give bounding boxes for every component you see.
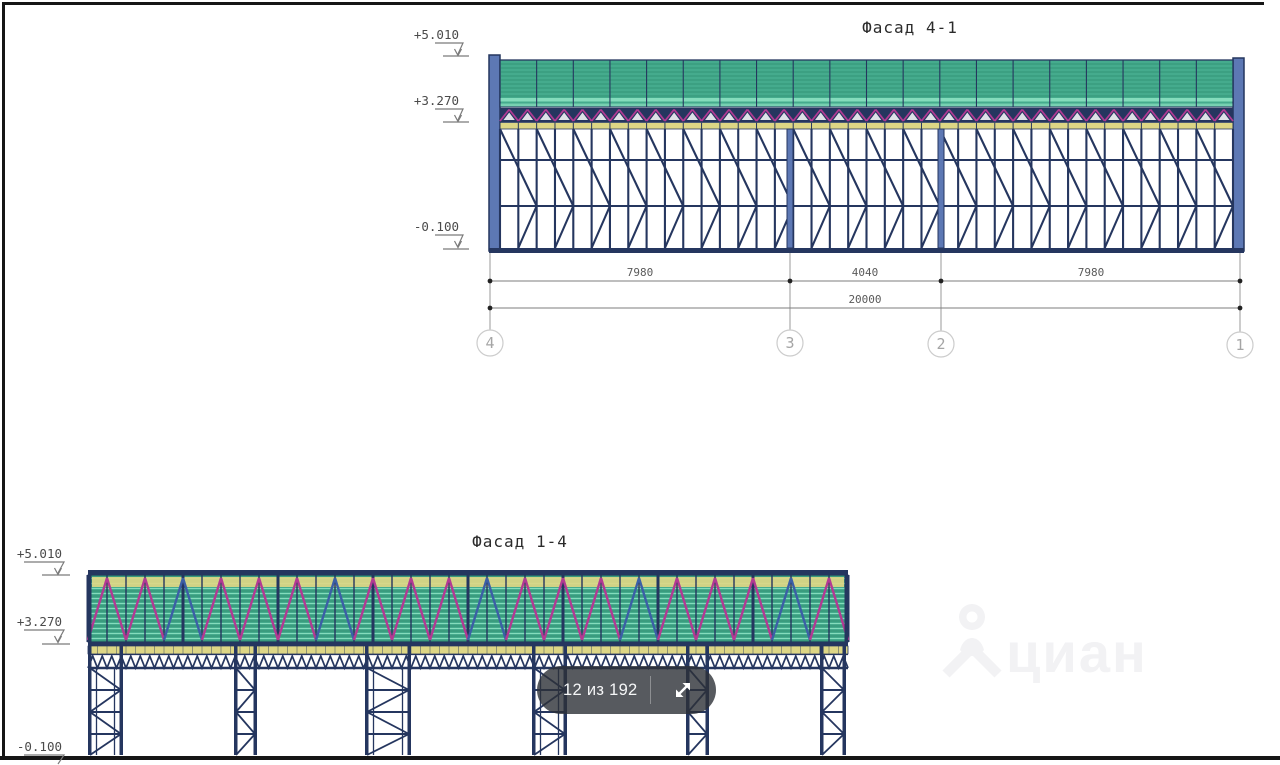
facade-4-1-drawing: Фасад 4-1 +5.010 +3.270 -0.100 7980 4040… xyxy=(414,18,1254,359)
elevation-mark-5010-b: +5.010 xyxy=(17,546,70,576)
page-indicator-pill[interactable]: 12 из 192 xyxy=(537,666,716,714)
axis-bubble-2: 2 xyxy=(936,335,945,353)
image-border-top xyxy=(2,2,1264,5)
facade-4-1-title: Фасад 4-1 xyxy=(862,18,958,37)
svg-text:-0.100: -0.100 xyxy=(414,219,459,234)
page-indicator-label: 12 из 192 xyxy=(563,681,638,699)
dim-segment-2: 4040 xyxy=(852,266,879,279)
cian-watermark: циан xyxy=(942,604,1148,684)
svg-text:+5.010: +5.010 xyxy=(17,546,62,561)
facade-1-4-title: Фасад 1-4 xyxy=(472,532,568,551)
fullscreen-expand-icon[interactable] xyxy=(669,676,697,704)
svg-text:-0.100: -0.100 xyxy=(17,739,62,754)
dim-total: 20000 xyxy=(848,293,881,306)
support-towers xyxy=(88,642,846,756)
facade-1-4-drawing: Фасад 1-4 +5.010 +3.270 -0.100 xyxy=(17,532,850,765)
elevation-mark-minus0100: -0.100 xyxy=(414,219,469,250)
watermark-text: циан xyxy=(1006,621,1148,684)
pager-divider xyxy=(650,676,651,704)
svg-text:+5.010: +5.010 xyxy=(414,27,459,42)
svg-text:+3.270: +3.270 xyxy=(17,614,62,629)
dim-segment-3: 7980 xyxy=(1078,266,1105,279)
elevation-mark-minus0100-b: -0.100 xyxy=(17,739,66,765)
svg-text:+3.270: +3.270 xyxy=(414,93,459,108)
dim-segment-1: 7980 xyxy=(627,266,654,279)
grid-axis-bubbles: 4 3 2 1 xyxy=(476,329,1254,359)
axis-bubble-1: 1 xyxy=(1235,336,1244,354)
elevation-mark-5010: +5.010 xyxy=(414,27,469,57)
elevation-mark-3270-b: +3.270 xyxy=(17,614,70,645)
axis-bubble-3: 3 xyxy=(785,334,794,352)
axis-bubble-4: 4 xyxy=(485,334,494,352)
facade-4-1-structure xyxy=(488,54,1245,253)
dimension-labels: 7980 4040 7980 20000 xyxy=(627,266,1105,306)
facade-1-4-structure xyxy=(86,570,850,756)
elevation-mark-3270: +3.270 xyxy=(414,93,469,123)
